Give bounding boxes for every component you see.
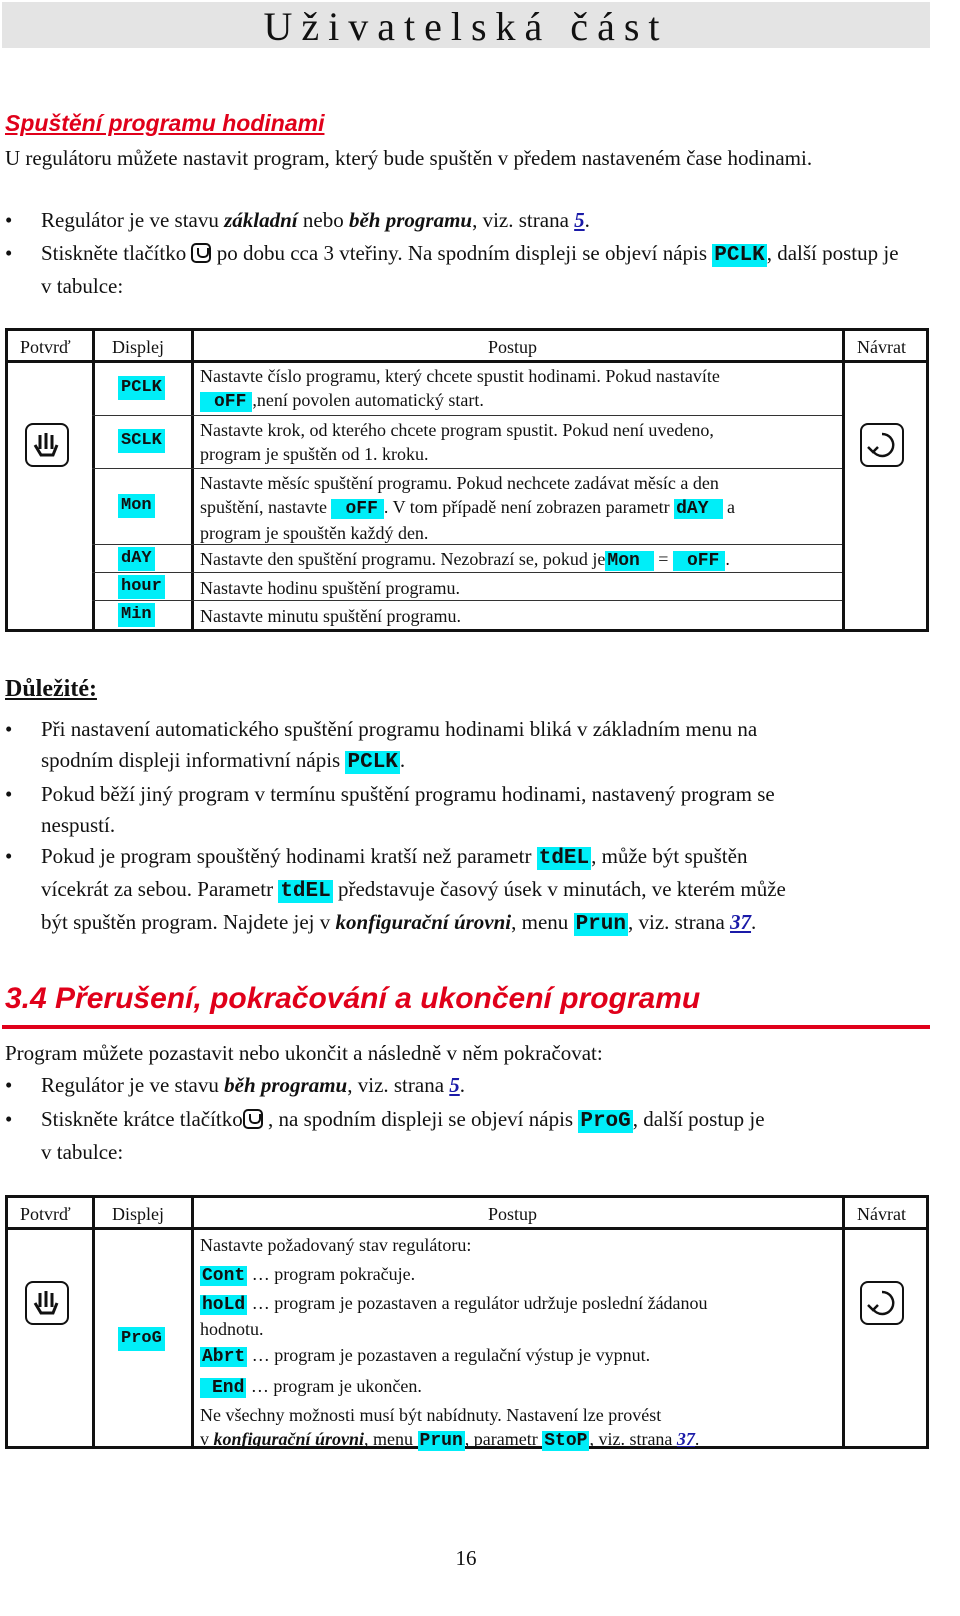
page-link[interactable]: 37	[730, 910, 751, 934]
page-link[interactable]: 5	[449, 1073, 460, 1097]
program-control-table: Potvrď Displej Postup Návrat ProG Nastav…	[5, 1195, 929, 1451]
bullet-icon: •	[5, 782, 13, 806]
table-row: Nastavte číslo programu, který chcete sp…	[200, 366, 720, 412]
bullet-icon: •	[5, 241, 13, 265]
hand-button-icon	[191, 243, 212, 263]
intro-paragraph: Program můžete pozastavit nebo ukončit a…	[5, 1041, 603, 1065]
display-code: dAY	[118, 547, 155, 571]
page-link[interactable]: 5	[574, 208, 585, 232]
bullet-icon: •	[5, 208, 13, 232]
column-header: Postup	[488, 337, 538, 357]
return-arrow-icon	[860, 423, 904, 467]
section-heading: Spuštění programu hodinami	[5, 110, 325, 136]
column-header: Potvrď	[20, 337, 71, 357]
page-header-title: Uživatelská část	[263, 4, 669, 49]
column-header: Displej	[112, 337, 164, 357]
section-heading: 3.4 Přerušení, pokračování a ukončení pr…	[5, 982, 701, 1015]
display-code: ProG	[118, 1327, 165, 1351]
bullet-icon: •	[5, 1073, 13, 1097]
table-row: Nastavte minutu spuštění programu.	[200, 606, 461, 626]
display-code: SCLK	[118, 429, 165, 453]
hand-button-icon	[25, 423, 69, 467]
column-header: Potvrď	[20, 1204, 71, 1224]
page-number: 16	[455, 1546, 477, 1570]
table-row: Nastavte požadovaný stav regulátoru: Con…	[200, 1235, 708, 1451]
section-divider	[2, 1025, 930, 1029]
column-header: Displej	[112, 1204, 164, 1224]
display-code: hour	[118, 575, 165, 599]
display-code: Mon	[118, 494, 155, 518]
bullet-icon: •	[5, 844, 13, 868]
page-link[interactable]: 37	[677, 1429, 695, 1449]
hand-button-icon	[242, 1109, 263, 1129]
table-row: Nastavte hodinu spuštění programu.	[200, 578, 460, 598]
bullet-icon: •	[5, 1107, 13, 1131]
column-header: Návrat	[857, 1204, 906, 1224]
important-heading: Důležité:	[5, 676, 97, 702]
column-header: Návrat	[857, 337, 906, 357]
display-code: PCLK	[712, 244, 767, 267]
display-code: Min	[118, 603, 155, 627]
bullet-icon: •	[5, 717, 13, 741]
settings-table: Potvrď Displej Postup Návrat PCLK SCLK M…	[5, 328, 929, 632]
return-arrow-icon	[860, 1281, 904, 1325]
display-code: PCLK	[118, 376, 165, 400]
page-header: Uživatelská část	[2, 2, 930, 49]
intro-paragraph: U regulátoru můžete nastavit program, kt…	[5, 146, 813, 170]
column-header: Postup	[488, 1204, 538, 1224]
table-row: Nastavte den spuštění programu. Nezobraz…	[200, 549, 730, 571]
hand-button-icon	[25, 1281, 69, 1325]
table-row: Nastavte krok, od kterého chcete program…	[200, 420, 714, 464]
table-row: Nastavte měsíc spuštění programu. Pokud …	[200, 473, 736, 543]
